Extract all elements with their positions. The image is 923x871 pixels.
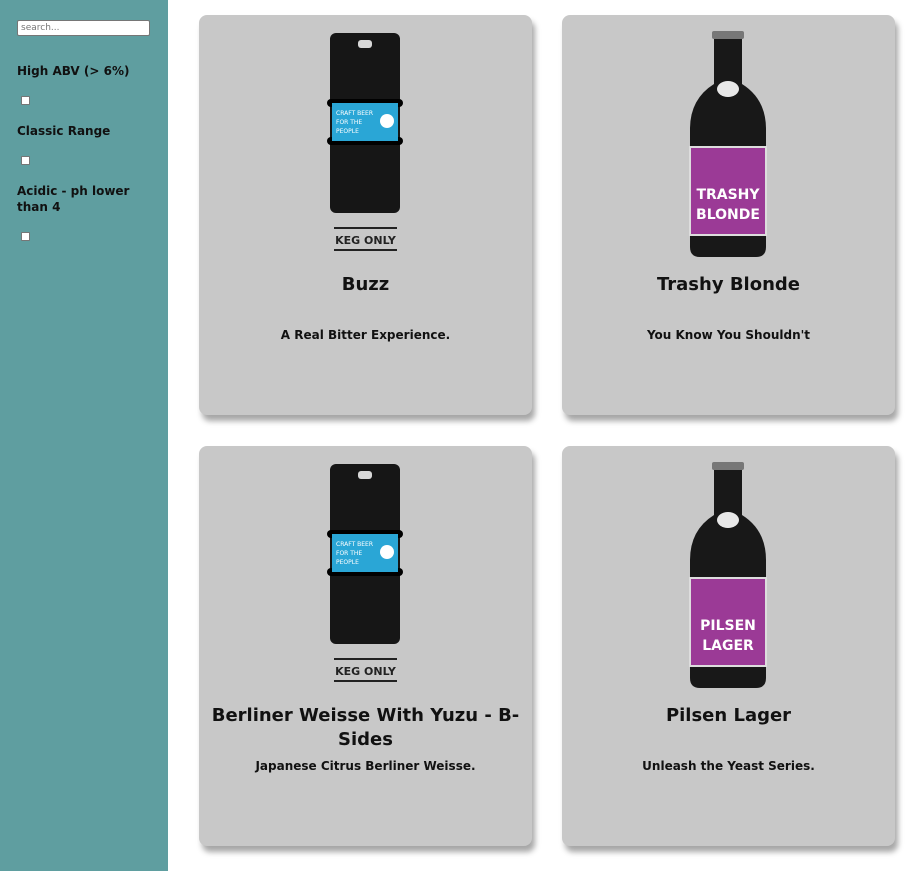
bottle-label-line: BLONDE — [696, 207, 760, 223]
filter-high-abv: High ABV (> 6%) — [17, 63, 150, 105]
keg-label-line: PEOPLE — [336, 128, 359, 135]
beer-tagline: A Real Bitter Experience. — [280, 328, 451, 342]
keg-label-line: CRAFT BEER — [336, 541, 373, 548]
beer-name: Trashy Blonde — [656, 274, 800, 295]
bottle-label-line: LAGER — [702, 638, 754, 654]
beer-card[interactable]: PILSEN LAGER Pilsen Lager Unleash the Ye… — [562, 446, 895, 846]
beer-tagline: Unleash the Yeast Series. — [642, 759, 815, 773]
keg-image: CRAFT BEER FOR THE PEOPLE KEG ONLY — [327, 33, 403, 251]
bottle-label-line: TRASHY — [696, 187, 760, 203]
beer-tagline: You Know You Shouldn't — [646, 328, 811, 342]
bottle-image: PILSEN LAGER — [689, 462, 767, 688]
filter-label: Classic Range — [17, 124, 111, 138]
keg-image: CRAFT BEER FOR THE PEOPLE KEG ONLY — [327, 464, 403, 682]
high-abv-checkbox[interactable] — [21, 96, 30, 105]
beer-name: Pilsen Lager — [665, 705, 792, 726]
keg-footer: KEG ONLY — [335, 665, 397, 678]
beer-card[interactable]: CRAFT BEER FOR THE PEOPLE KEG ONLY Berli… — [199, 446, 532, 846]
keg-label-line: PEOPLE — [336, 559, 359, 566]
beer-name: Buzz — [341, 274, 390, 295]
keg-label-line: FOR THE — [336, 119, 362, 126]
sidebar: High ABV (> 6%) Classic Range Acidic - p… — [0, 0, 168, 871]
beer-name: Berliner Weisse With Yuzu - B-Sides — [211, 705, 520, 750]
classic-range-checkbox[interactable] — [21, 156, 30, 165]
filter-acidic: Acidic - ph lower than 4 — [17, 183, 150, 241]
beer-tagline: Japanese Citrus Berliner Weisse. — [255, 759, 476, 773]
filter-label: High ABV (> 6%) — [17, 64, 130, 78]
beer-card[interactable]: TRASHY BLONDE Trashy Blonde You Know You… — [562, 15, 895, 415]
keg-label-line: FOR THE — [336, 550, 362, 557]
keg-label-line: CRAFT BEER — [336, 110, 373, 117]
beer-card[interactable]: CRAFT BEER FOR THE PEOPLE KEG ONLY Buzz … — [199, 15, 532, 415]
search-input[interactable] — [17, 20, 150, 36]
acidic-checkbox[interactable] — [21, 232, 30, 241]
bottle-label-line: PILSEN — [700, 618, 756, 634]
filter-label: Acidic - ph lower than 4 — [17, 184, 130, 214]
keg-footer: KEG ONLY — [335, 234, 397, 247]
filter-classic-range: Classic Range — [17, 123, 150, 165]
bottle-image: TRASHY BLONDE — [689, 31, 767, 257]
